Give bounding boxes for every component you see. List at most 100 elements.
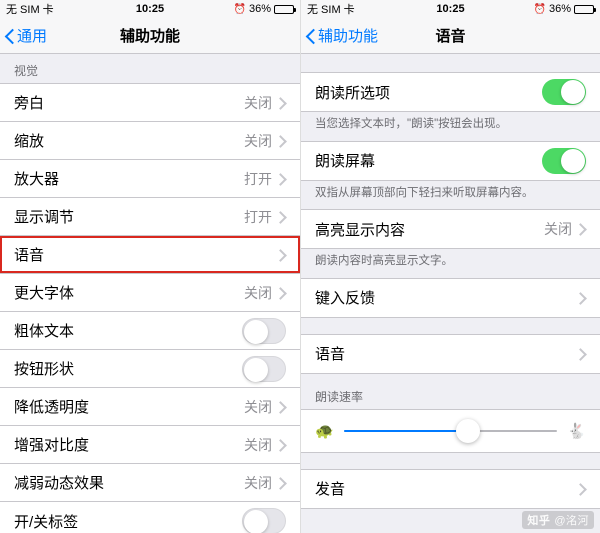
row-value: 打开 xyxy=(244,169,272,189)
chevron-right-icon xyxy=(278,439,286,451)
settings-list: 旁白关闭缩放关闭放大器打开显示调节打开语音更大字体关闭粗体文本按钮形状降低透明度… xyxy=(0,83,300,533)
row-label: 旁白 xyxy=(14,92,244,113)
row-label: 键入反馈 xyxy=(315,287,578,308)
row-value: 关闭 xyxy=(244,397,272,417)
battery-icon xyxy=(574,5,594,14)
chevron-left-icon xyxy=(305,27,316,45)
row-label: 减弱动态效果 xyxy=(14,472,244,493)
watermark-author: @洺河 xyxy=(554,515,589,527)
row-label: 缩放 xyxy=(14,130,244,151)
list-item[interactable]: 语音 xyxy=(0,236,300,274)
nav-bar: 辅助功能 语音 xyxy=(301,18,600,54)
page-title: 语音 xyxy=(435,25,465,46)
list-item[interactable]: 放大器打开 xyxy=(0,160,300,198)
chevron-right-icon xyxy=(578,292,586,304)
row-label: 增强对比度 xyxy=(14,434,244,455)
row-label: 放大器 xyxy=(14,168,244,189)
status-bar: 无 SIM 卡 10:25 ⏰ 36% xyxy=(301,0,600,18)
list-item[interactable]: 降低透明度关闭 xyxy=(0,388,300,426)
list-item[interactable]: 开/关标签 xyxy=(0,502,300,533)
row-label: 朗读屏幕 xyxy=(315,150,542,171)
row-label: 高亮显示内容 xyxy=(315,219,544,240)
list-item[interactable]: 增强对比度关闭 xyxy=(0,426,300,464)
list-item[interactable]: 更大字体关闭 xyxy=(0,274,300,312)
chevron-right-icon xyxy=(578,483,586,495)
group-speak-selection: 朗读所选项 xyxy=(301,72,600,112)
chevron-right-icon xyxy=(278,477,286,489)
slider-track[interactable] xyxy=(344,430,558,432)
row-pronunciations[interactable]: 发音 xyxy=(301,470,600,508)
watermark-brand: 知乎 xyxy=(527,515,550,527)
back-label: 辅助功能 xyxy=(318,25,378,46)
group-typing-feedback: 键入反馈 xyxy=(301,278,600,318)
right-screen: 无 SIM 卡 10:25 ⏰ 36% 辅助功能 语音 朗读所选项 当您选择文本… xyxy=(300,0,600,533)
row-label: 语音 xyxy=(315,343,578,364)
footer-speak-selection: 当您选择文本时，"朗读"按钮会出现。 xyxy=(301,112,600,141)
row-value: 关闭 xyxy=(544,219,572,239)
list-item[interactable]: 按钮形状 xyxy=(0,350,300,388)
row-label: 降低透明度 xyxy=(14,396,244,417)
back-label: 通用 xyxy=(17,25,47,46)
row-label: 朗读所选项 xyxy=(315,82,542,103)
slider-speaking-rate[interactable]: 🐢 🐇 xyxy=(301,410,600,452)
row-label: 显示调节 xyxy=(14,206,244,227)
row-value: 打开 xyxy=(244,207,272,227)
row-label: 开/关标签 xyxy=(14,511,242,532)
chevron-left-icon xyxy=(4,27,15,45)
section-header-vision: 视觉 xyxy=(0,54,300,83)
status-bar: 无 SIM 卡 10:25 ⏰ 36% xyxy=(0,0,300,18)
page-title: 辅助功能 xyxy=(120,25,180,46)
row-voices[interactable]: 语音 xyxy=(301,335,600,373)
switch-toggle[interactable] xyxy=(242,356,286,382)
left-screen: 无 SIM 卡 10:25 ⏰ 36% 通用 辅助功能 视觉 旁白关闭缩放关闭放… xyxy=(0,0,300,533)
battery-icon xyxy=(274,5,294,14)
list-item[interactable]: 缩放关闭 xyxy=(0,122,300,160)
chevron-right-icon xyxy=(278,249,286,261)
row-highlight-content[interactable]: 高亮显示内容 关闭 xyxy=(301,210,600,248)
chevron-right-icon xyxy=(278,401,286,413)
slider-thumb[interactable] xyxy=(456,419,480,443)
footer-highlight-content: 朗读内容时高亮显示文字。 xyxy=(301,249,600,278)
switch-toggle[interactable] xyxy=(242,318,286,344)
switch-speak-selection[interactable] xyxy=(542,79,586,105)
back-button[interactable]: 辅助功能 xyxy=(305,18,378,53)
list-item[interactable]: 粗体文本 xyxy=(0,312,300,350)
chevron-right-icon xyxy=(278,211,286,223)
chevron-right-icon xyxy=(578,223,586,235)
row-label: 粗体文本 xyxy=(14,320,242,341)
list-item[interactable]: 旁白关闭 xyxy=(0,84,300,122)
row-label: 发音 xyxy=(315,478,578,499)
row-speak-screen[interactable]: 朗读屏幕 xyxy=(301,142,600,180)
row-value: 关闭 xyxy=(244,435,272,455)
chevron-right-icon xyxy=(278,97,286,109)
row-value: 关闭 xyxy=(244,131,272,151)
switch-speak-screen[interactable] xyxy=(542,148,586,174)
row-label: 更大字体 xyxy=(14,282,244,303)
row-label: 语音 xyxy=(14,244,278,265)
clock-label: 10:25 xyxy=(301,3,600,15)
section-header-rate: 朗读速率 xyxy=(301,374,600,409)
list-item[interactable]: 显示调节打开 xyxy=(0,198,300,236)
group-speak-screen: 朗读屏幕 xyxy=(301,141,600,181)
list-item[interactable]: 减弱动态效果关闭 xyxy=(0,464,300,502)
switch-toggle[interactable] xyxy=(242,508,286,533)
footer-speak-screen: 双指从屏幕顶部向下轻扫来听取屏幕内容。 xyxy=(301,181,600,210)
watermark: 知乎 @洺河 xyxy=(522,511,594,529)
nav-bar: 通用 辅助功能 xyxy=(0,18,300,54)
group-highlight-content: 高亮显示内容 关闭 xyxy=(301,209,600,249)
group-pronunciations: 发音 xyxy=(301,469,600,509)
row-label: 按钮形状 xyxy=(14,358,242,379)
row-typing-feedback[interactable]: 键入反馈 xyxy=(301,279,600,317)
chevron-right-icon xyxy=(278,135,286,147)
chevron-right-icon xyxy=(278,173,286,185)
chevron-right-icon xyxy=(278,287,286,299)
chevron-right-icon xyxy=(578,348,586,360)
clock-label: 10:25 xyxy=(0,3,300,15)
group-speaking-rate: 🐢 🐇 xyxy=(301,409,600,453)
row-value: 关闭 xyxy=(244,93,272,113)
row-value: 关闭 xyxy=(244,473,272,493)
tortoise-icon: 🐢 xyxy=(315,422,334,440)
back-button[interactable]: 通用 xyxy=(4,18,47,53)
row-speak-selection[interactable]: 朗读所选项 xyxy=(301,73,600,111)
rabbit-icon: 🐇 xyxy=(567,422,586,440)
